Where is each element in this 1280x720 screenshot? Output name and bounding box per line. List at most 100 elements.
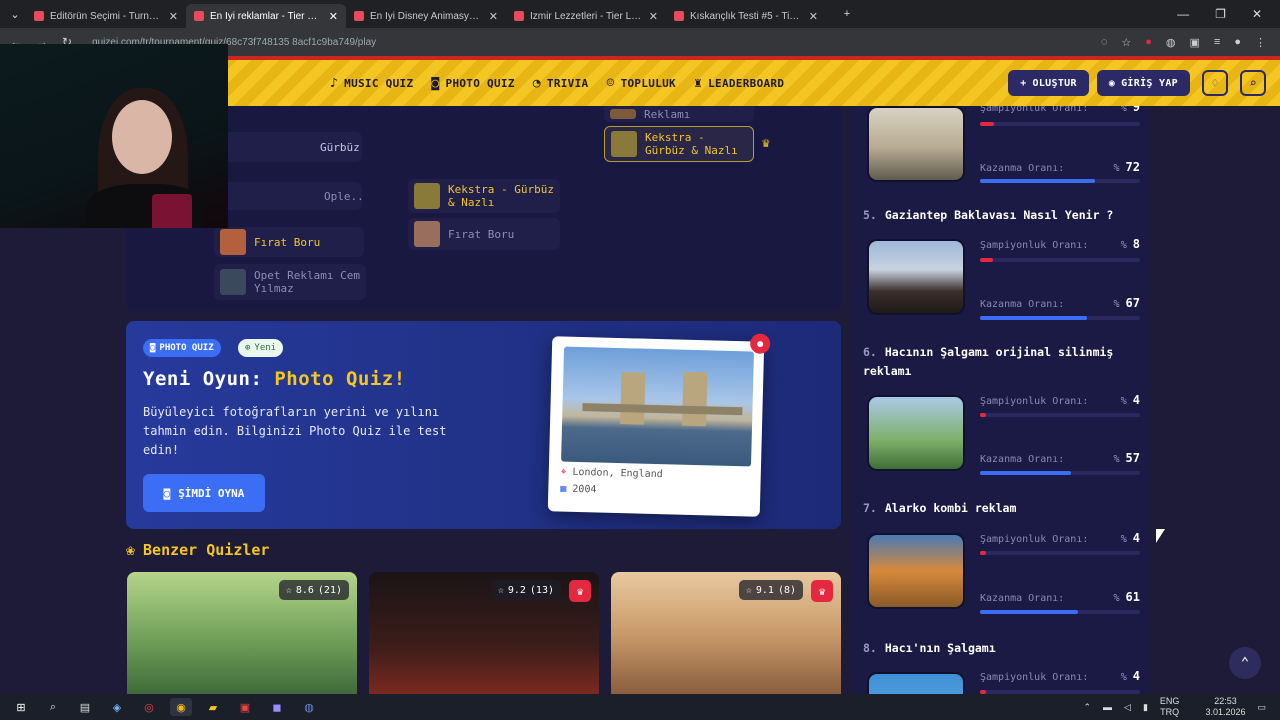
trophy-icon: ♛ <box>762 136 770 151</box>
quiz-card[interactable]: ☆ 9.2 (13) ♛ <box>369 572 599 694</box>
entry-thumbnail[interactable] <box>867 533 965 609</box>
entry-title[interactable]: 6. Hacının Şalgamı orijinal silinmiş rekl… <box>863 343 1143 381</box>
puzzle-icon[interactable]: ▣ <box>1190 36 1200 49</box>
eye-off-icon[interactable]: ◌ <box>1101 36 1108 49</box>
browser-tab[interactable]: En İyi Disney Animasyon Filmi ✕ <box>346 4 506 28</box>
app-icon[interactable]: ◎ <box>138 698 160 716</box>
nav-music-quiz[interactable]: ♪ MUSIC QUIZ <box>330 76 413 91</box>
notification-icon[interactable]: ▭ <box>1257 702 1266 713</box>
browser-tab[interactable]: Kıskançlık Testi #5 - Tier List | K ✕ <box>666 4 826 28</box>
entry-title[interactable]: 7. Alarko kombi reklam <box>863 499 1143 518</box>
network-icon[interactable]: ▬ <box>1103 702 1112 712</box>
chrome-icon[interactable]: ◉ <box>170 698 192 716</box>
scroll-to-top-button[interactable]: ⌃ <box>1229 647 1261 679</box>
new-tab-button[interactable]: + <box>836 5 858 23</box>
star-icon: ☆ <box>285 584 292 596</box>
champion-rate-label: Şampiyonluk Oranı: <box>980 534 1089 545</box>
notification-bell-button[interactable]: ♢ <box>1202 70 1228 96</box>
photo-quiz-promo: ◙ PHOTO QUIZ ⊕ Yeni Yeni Oyun: Photo Quiz!… <box>126 321 841 529</box>
percent-value: 72 <box>1125 160 1140 174</box>
browser-tab[interactable]: İzmir Lezzetleri - Tier List | Kör S ✕ <box>506 4 666 28</box>
quiz-card[interactable]: ☆ 8.6 (21) <box>127 572 357 694</box>
entry-thumbnail[interactable] <box>867 672 965 694</box>
extension-icon[interactable]: ◍ <box>1166 36 1176 49</box>
copilot-icon[interactable]: ◈ <box>106 698 128 716</box>
restore-icon[interactable]: ❐ <box>1215 7 1226 21</box>
promo-title: Yeni Oyun: Photo Quiz! <box>143 368 406 390</box>
sparkle-icon: ❀ <box>126 541 136 559</box>
task-view-icon[interactable]: ▤ <box>74 698 96 716</box>
percent-sign: % <box>1113 593 1120 604</box>
camera-icon: ◙ <box>150 343 156 353</box>
play-now-button[interactable]: ◙ ŞİMDİ OYNA <box>143 474 265 512</box>
win-rate: Kazanma Oranı:% 72 <box>980 160 1140 174</box>
close-window-icon[interactable]: ✕ <box>1252 7 1262 21</box>
champion-rate-label: Şampiyonluk Oranı: <box>980 672 1089 683</box>
input-language[interactable]: ENG TRQ <box>1160 696 1180 718</box>
search-icon[interactable]: ⌕ <box>42 698 64 716</box>
close-tab-icon[interactable]: ✕ <box>809 10 818 23</box>
login-button[interactable]: ◉ GİRİŞ YAP <box>1096 70 1190 96</box>
tournament-bracket: Gürbüz Ople.. Fırat Boru Opet Reklamı Ce… <box>126 106 841 311</box>
bracket-entry: Gürbüz <box>222 132 362 162</box>
entry-thumbnail[interactable] <box>867 395 965 471</box>
lang-primary: ENG <box>1159 696 1180 706</box>
entry-title[interactable]: 5. Gaziantep Baklavası Nasıl Yenir ? <box>863 206 1143 225</box>
tray-chevron-icon[interactable]: ⌃ <box>1084 702 1092 713</box>
create-button[interactable]: + OLUŞTUR <box>1008 70 1089 96</box>
chevron-up-icon: ⌃ <box>1240 655 1250 671</box>
percent-sign: % <box>1120 534 1127 545</box>
win-rate-label: Kazanma Oranı: <box>980 593 1065 604</box>
rating-value: 9.2 <box>507 584 526 596</box>
star-icon: ☆ <box>497 584 504 596</box>
login-label: GİRİŞ YAP <box>1121 77 1178 89</box>
premiere-icon[interactable]: ◼ <box>266 698 288 716</box>
browser-tab-active[interactable]: En İyi reklamlar - Tier List, Kör S ✕ <box>186 4 346 28</box>
tab-list-icon[interactable]: ⌄ <box>4 5 26 23</box>
rating-value: 9.1 <box>755 584 774 596</box>
browser-tab[interactable]: Editörün Seçimi - Turnuva - Qu ✕ <box>26 4 186 28</box>
profile-avatar-icon[interactable]: ● <box>1234 36 1241 49</box>
file-explorer-icon[interactable]: ▰ <box>202 698 224 716</box>
close-tab-icon[interactable]: ✕ <box>329 10 338 23</box>
bookmark-star-icon[interactable]: ☆ <box>1121 36 1131 49</box>
champion-rate: Şampiyonluk Oranı:% 4 <box>980 393 1140 407</box>
clock[interactable]: 22:53 3.01.2026 <box>1205 696 1245 718</box>
media-icon[interactable]: ≡ <box>1214 36 1220 49</box>
windows-taskbar: ⊞ ⌕ ▤ ◈ ◎ ◉ ▰ ▣ ◼ ◍ ⌃ ▬ ◁ ▮ ENG TRQ 22:53… <box>0 694 1280 720</box>
location-pin-icon: ● <box>749 333 771 354</box>
windows-start-icon[interactable]: ⊞ <box>10 698 32 716</box>
play-label: ŞİMDİ OYNA <box>178 486 245 500</box>
menu-kebab-icon[interactable]: ⋮ <box>1255 36 1266 49</box>
percent-value: 4 <box>1132 669 1140 683</box>
close-tab-icon[interactable]: ✕ <box>169 10 178 23</box>
entry-thumbnail <box>611 131 637 157</box>
entry-title[interactable]: 8. Hacı'nın Şalgamı <box>863 639 1143 658</box>
tower-bridge-photo <box>561 346 754 467</box>
photo-quiz-badge: ◙ PHOTO QUIZ <box>143 339 221 357</box>
close-tab-icon[interactable]: ✕ <box>489 10 498 23</box>
nav-photo-quiz[interactable]: ◙ PHOTO QUIZ <box>431 76 514 91</box>
extension-icon[interactable]: ● <box>1145 36 1152 49</box>
champion-rate-value: % 4 <box>1121 531 1140 545</box>
promo-title-prefix: Yeni Oyun: <box>143 368 275 390</box>
app-icon[interactable]: ▣ <box>234 698 256 716</box>
volume-icon[interactable]: ◁ <box>1124 702 1131 713</box>
nav-trivia[interactable]: ◔ TRIVIA <box>533 76 589 91</box>
bar-fill <box>980 471 1072 475</box>
microphone-icon[interactable]: ▮ <box>1143 702 1148 713</box>
champion-rate-bar <box>980 258 1140 262</box>
nav-leaderboard[interactable]: ♜ LEADERBOARD <box>694 76 784 91</box>
close-tab-icon[interactable]: ✕ <box>649 10 658 23</box>
minimize-icon[interactable]: — <box>1177 7 1189 21</box>
map-pin-icon: ⌖ <box>560 466 567 478</box>
entry-thumbnail[interactable] <box>867 239 965 315</box>
nav-topluluk[interactable]: ☺ TOPLULUK <box>606 76 676 91</box>
quiz-card[interactable]: ☆ 9.1 (8) ♛ <box>611 572 841 694</box>
search-button[interactable]: ⌕ <box>1240 70 1266 96</box>
entry-thumbnail[interactable] <box>867 106 965 182</box>
users-icon: ☺ <box>606 75 615 91</box>
discord-icon[interactable]: ◍ <box>298 698 320 716</box>
bar-fill <box>980 122 995 126</box>
bridge-deck <box>582 403 743 416</box>
